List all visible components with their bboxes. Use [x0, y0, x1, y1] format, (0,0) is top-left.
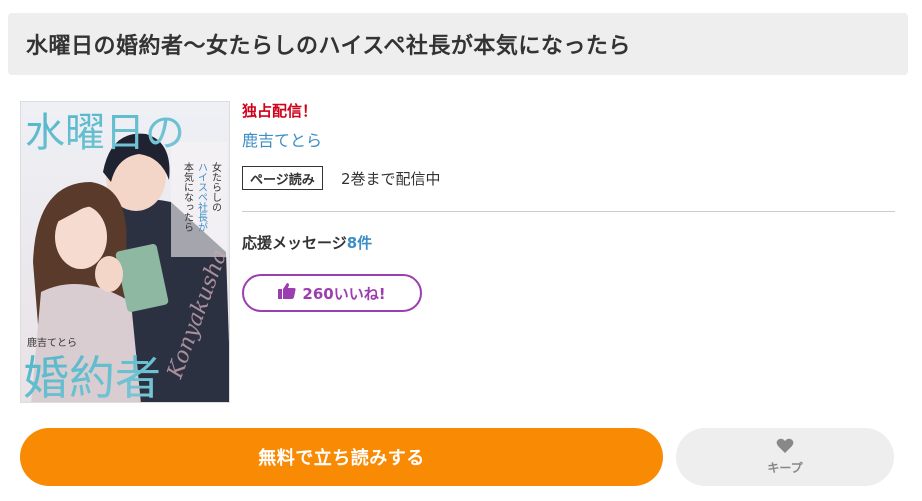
support-messages[interactable]: 応援メッセージ8件 [242, 232, 372, 253]
keep-button[interactable]: キープ [676, 428, 894, 486]
heart-icon [776, 438, 794, 457]
reading-type-badge: ページ読み [242, 166, 323, 190]
cover-author: 鹿吉てとら [27, 336, 77, 349]
exclusive-label: 独占配信！ [242, 102, 318, 120]
cover-title-top: 水曜日の [25, 110, 185, 156]
cover-subtitle-1: 女たらしの [210, 161, 222, 212]
cover-subtitle-3: 本気になったら [182, 161, 194, 232]
divider [242, 211, 895, 212]
keep-label: キープ [767, 461, 803, 475]
like-button[interactable]: 260いいね! [242, 274, 422, 312]
support-count[interactable]: 8件 [347, 234, 372, 252]
cover-illustration: 水曜日の 女たらしの ハイスペ社長が 本気になったら Konyakusha 鹿吉… [21, 102, 229, 403]
support-label: 応援メッセージ [242, 234, 347, 252]
title-bar: 水曜日の婚約者〜女たらしのハイスペ社長が本気になったら [8, 13, 908, 75]
thumbs-up-icon [278, 283, 297, 303]
free-preview-button[interactable]: 無料で立ち読みする [20, 428, 663, 486]
author-link[interactable]: 鹿吉てとら [242, 127, 322, 151]
cover-title-bottom: 婚約者 [23, 351, 161, 403]
like-label: 260いいね! [302, 284, 386, 303]
cover-subtitle-2: ハイスペ社長が [196, 162, 208, 232]
book-cover[interactable]: 水曜日の 女たらしの ハイスペ社長が 本気になったら Konyakusha 鹿吉… [20, 101, 230, 403]
book-title: 水曜日の婚約者〜女たらしのハイスペ社長が本気になったら [26, 34, 631, 59]
availability-text: 2巻まで配信中 [341, 170, 441, 188]
book-detail-page: 水曜日の婚約者〜女たらしのハイスペ社長が本気になったら 水曜日の 女たらしの ハ… [0, 0, 922, 501]
